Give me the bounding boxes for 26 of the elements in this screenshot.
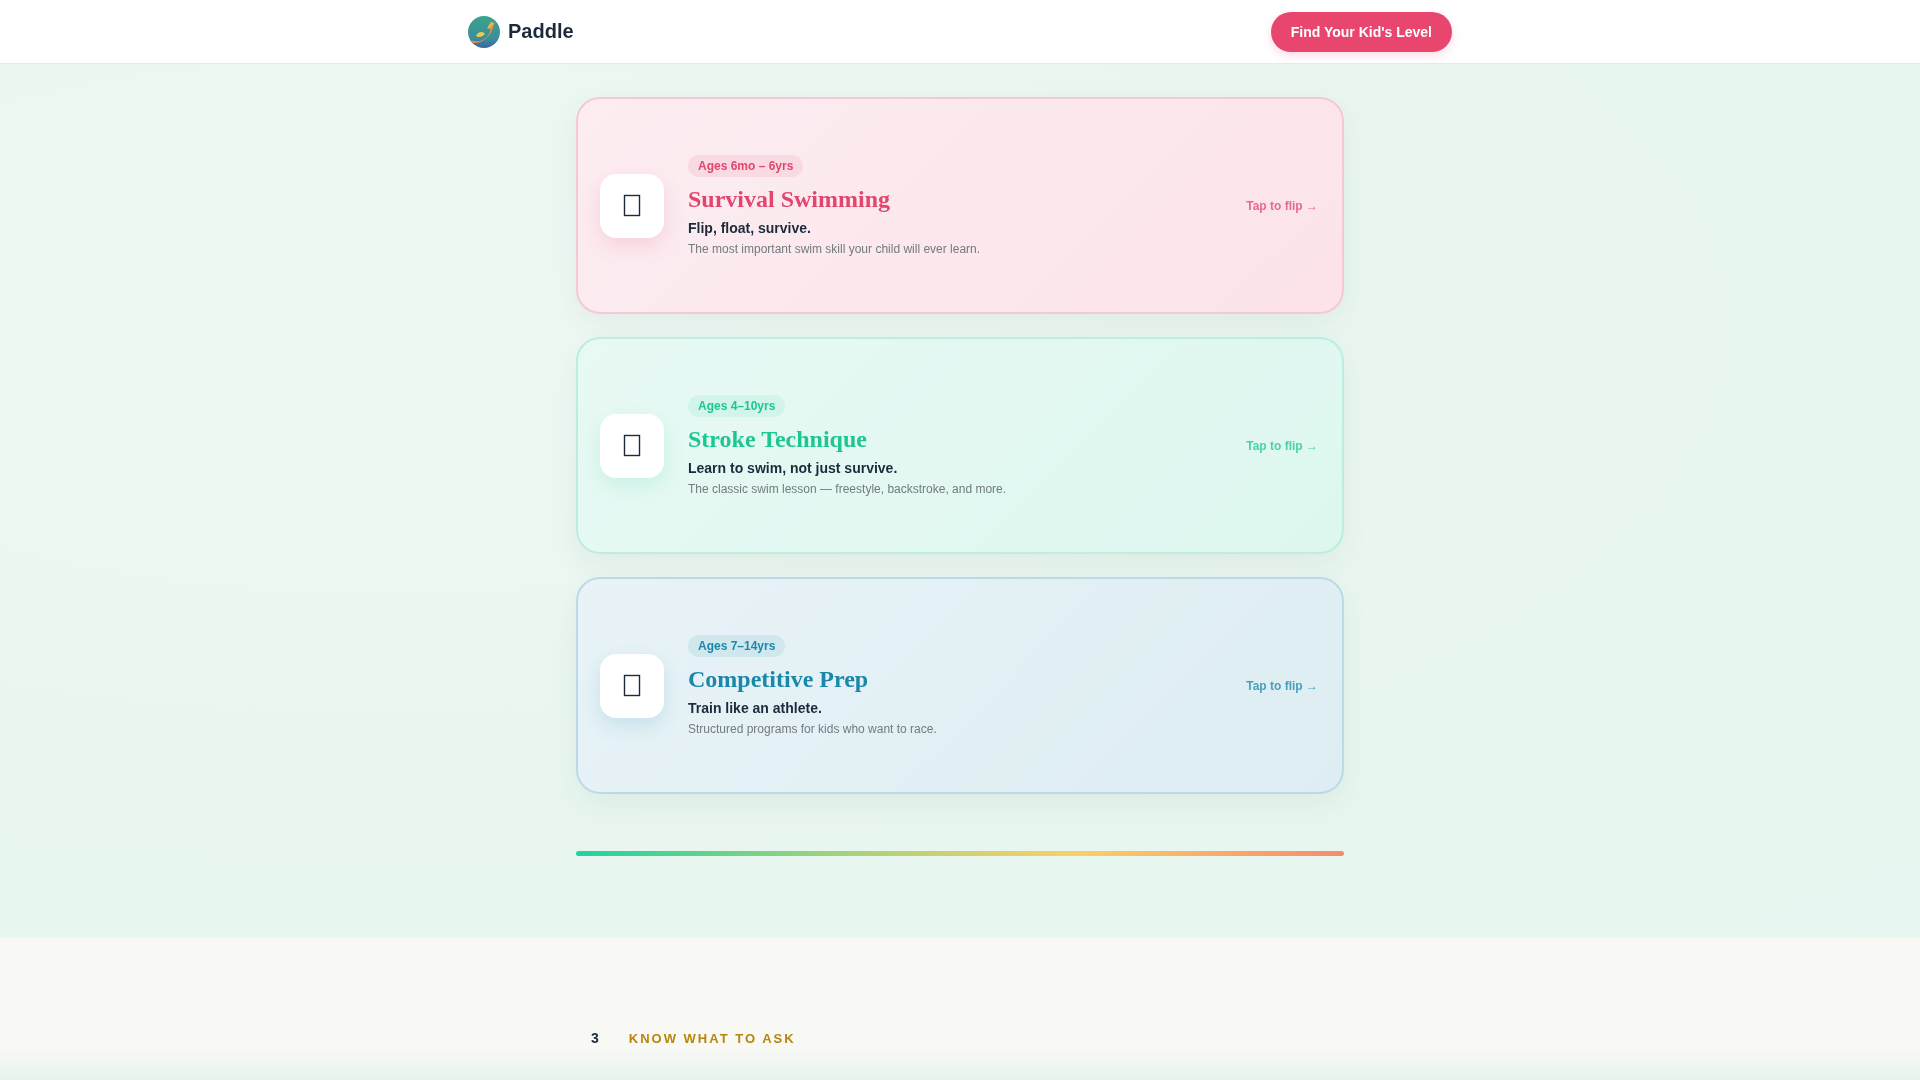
find-level-button[interactable]: Find Your Kid's Level xyxy=(1270,11,1452,52)
program-title: Stroke Technique xyxy=(688,424,867,453)
program-tagline: Flip, float, survive. xyxy=(688,218,811,238)
section-number: 3 xyxy=(591,1030,599,1046)
program-tagline: Learn to swim, not just survive. xyxy=(688,458,898,478)
program-card[interactable]: Ages 4–10yrs Stroke Technique Learn to swim, not just survive. The classic swim lesson — freestyle, backstroke, and more. Tap to flip → xyxy=(576,337,1344,554)
brand-name: Paddle xyxy=(508,20,574,43)
program-description: The classic swim lesson — freestyle, backstroke, and more. xyxy=(688,480,1007,497)
logo-icon xyxy=(468,15,500,48)
program-tagline: Train like an athlete. xyxy=(688,698,822,718)
blank-glyph-icon xyxy=(600,173,664,238)
program-description: Structured programs for kids who want to race. xyxy=(688,720,937,737)
section-eyebrow: KNOW WHAT TO ASK xyxy=(628,1030,796,1046)
program-card[interactable]: Ages 6mo – 6yrs Survival Swimming Flip, float, survive. The most important swim skill your child will ever learn. Tap to flip → xyxy=(576,97,1344,314)
flip-hint: Tap to flip → xyxy=(1246,678,1318,693)
program-title: Survival Swimming xyxy=(688,184,891,213)
age-range-tag: Ages 7–14yrs xyxy=(688,634,786,657)
program-title: Competitive Prep xyxy=(688,664,869,693)
program-description: The most important swim skill your child will ever learn. xyxy=(688,240,981,257)
blank-glyph-icon xyxy=(600,413,664,478)
flip-hint: Tap to flip → xyxy=(1246,198,1318,213)
age-range-tag: Ages 6mo – 6yrs xyxy=(688,154,804,177)
age-range-tag: Ages 4–10yrs xyxy=(688,394,786,417)
blank-glyph-icon xyxy=(600,653,664,718)
flip-hint: Tap to flip → xyxy=(1246,438,1318,453)
program-card[interactable]: Ages 7–14yrs Competitive Prep Train like an athlete. Structured programs for kids who want to race. Tap to flip → xyxy=(576,577,1344,794)
